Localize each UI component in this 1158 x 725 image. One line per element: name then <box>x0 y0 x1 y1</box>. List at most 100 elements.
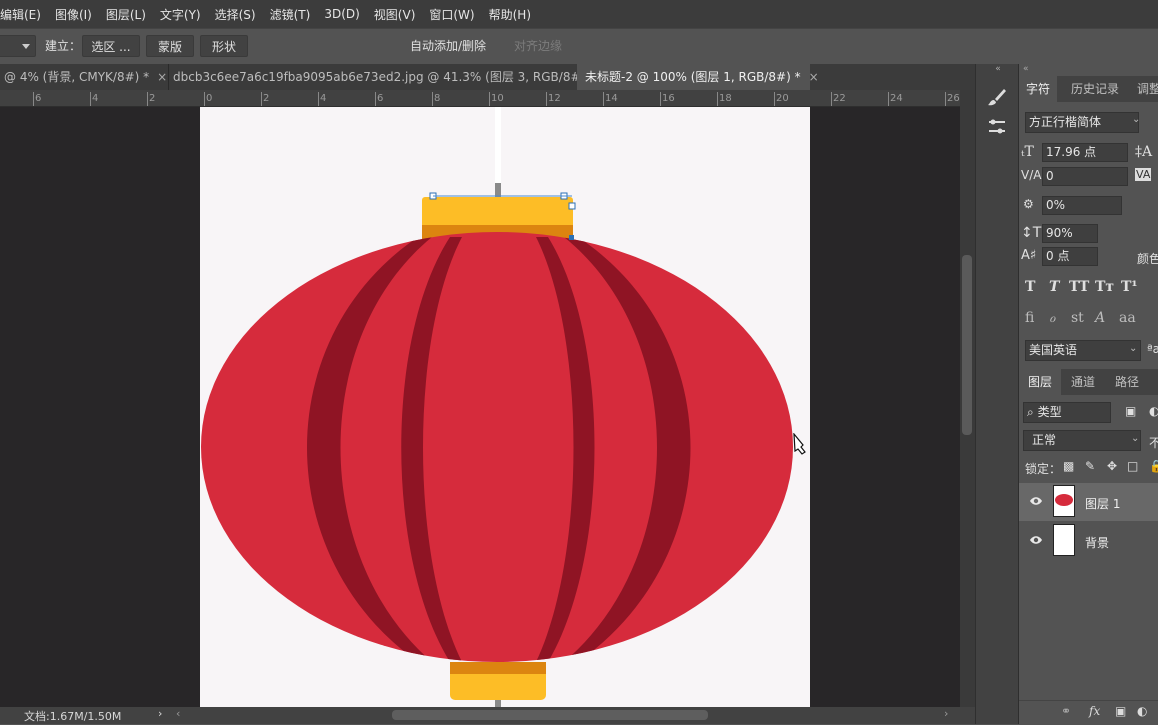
menu-select[interactable]: 选择(S) <box>208 6 263 23</box>
all-caps-icon[interactable]: TT <box>1069 279 1089 295</box>
chevron-down-icon[interactable]: ⌄ <box>1129 343 1137 354</box>
anti-alias-icon[interactable]: ªa <box>1147 342 1158 356</box>
ruler-tick <box>546 92 547 106</box>
horizontal-scroll-thumb[interactable] <box>392 710 708 720</box>
tsume-field[interactable]: 0% <box>1042 196 1122 215</box>
handle-right <box>568 202 576 210</box>
faux-bold-icon[interactable]: T <box>1025 279 1035 295</box>
blend-mode-select[interactable]: 正常 <box>1023 430 1141 451</box>
make-label: 建立： <box>45 39 82 53</box>
ruler-tick-label: 22 <box>833 93 846 104</box>
lock-position-icon[interactable]: ✥ <box>1107 459 1117 473</box>
menu-3d[interactable]: 3D(D) <box>317 7 366 21</box>
lock-artboard-icon[interactable]: □ <box>1127 459 1138 473</box>
brush-settings-icon[interactable] <box>986 116 1008 138</box>
adjustment-layer-icon[interactable]: ◐ <box>1137 704 1147 718</box>
menu-filter[interactable]: 滤镜(T) <box>263 6 318 23</box>
color-label[interactable]: 颜色 <box>1137 250 1158 267</box>
menu-help[interactable]: 帮助(H) <box>482 6 538 23</box>
link-layers-icon[interactable]: ⚭ <box>1061 704 1071 718</box>
collapse-right-icon[interactable]: « <box>1019 64 1158 74</box>
discretionary-ligature-icon[interactable]: st <box>1071 310 1084 326</box>
ruler-tick <box>261 92 262 106</box>
scroll-left-icon[interactable]: ‹ <box>176 707 180 720</box>
tab-character[interactable]: 字符 <box>1019 76 1057 102</box>
ruler-tick-label: 24 <box>890 93 903 104</box>
menu-image[interactable]: 图像(I) <box>48 6 99 23</box>
string-highlight <box>495 107 501 185</box>
layer-name[interactable]: 图层 1 <box>1085 495 1120 512</box>
ruler-tick-label: 16 <box>662 93 675 104</box>
ruler-tick <box>90 92 91 106</box>
vertical-scroll-thumb[interactable] <box>962 255 972 435</box>
ruler-tick <box>717 92 718 106</box>
search-icon: ⌕ <box>1027 405 1034 419</box>
make-selection-button[interactable]: 选区 ... <box>82 35 140 57</box>
make-shape-button[interactable]: 形状 <box>200 35 248 57</box>
kerning-field[interactable]: 0 <box>1042 167 1128 186</box>
small-caps-icon[interactable]: Tᴛ <box>1095 279 1114 295</box>
ruler-tick <box>432 92 433 106</box>
collapse-panels-icon[interactable]: « <box>978 64 1018 74</box>
ruler-tick-label: 6 <box>35 93 42 104</box>
chevron-down-icon[interactable]: ⌄ <box>1132 114 1140 125</box>
swash-icon[interactable]: A <box>1095 310 1105 326</box>
leading-icon[interactable]: ‡A <box>1135 144 1152 160</box>
ruler-tick-label: 12 <box>548 93 561 104</box>
tab-channels[interactable]: 通道 <box>1071 369 1095 395</box>
ruler-tick <box>660 92 661 106</box>
eye-icon[interactable] <box>1029 494 1043 508</box>
right-panel: « 字符 历史记录 调整 方正行楷简体 ⌄ ₜT 17.96 点 ‡A V/A … <box>1018 64 1158 724</box>
faux-italic-icon[interactable]: T <box>1049 279 1059 295</box>
menu-type[interactable]: 文字(Y) <box>153 6 208 23</box>
make-mask-button[interactable]: 蒙版 <box>146 35 194 57</box>
chevron-down-icon[interactable]: ⌄ <box>1131 433 1139 444</box>
layer-filter-select[interactable]: ⌕ 类型 <box>1023 402 1111 423</box>
adjustment-filter-icon[interactable]: ◐ <box>1149 404 1158 418</box>
status-arrow-icon[interactable]: › <box>158 707 162 720</box>
menu-edit[interactable]: 编辑(E) <box>0 6 48 23</box>
baseline-shift-field[interactable]: 0 点 <box>1042 247 1098 266</box>
scroll-right-icon[interactable]: › <box>944 707 948 720</box>
language-select[interactable]: 美国英语 <box>1025 340 1141 361</box>
image-filter-icon[interactable]: ▣ <box>1125 404 1136 418</box>
ruler-tick-label: 0 <box>206 93 213 104</box>
options-bar: 建立： 选区 ... 蒙版 形状 自动添加/删除 对齐边缘 <box>0 28 1158 83</box>
layer-name[interactable]: 背景 <box>1085 534 1109 551</box>
lock-paint-icon[interactable]: ✎ <box>1085 459 1095 473</box>
old-style-icon[interactable]: ℴ <box>1049 310 1055 326</box>
layer-row-layer1[interactable]: 图层 1 <box>1019 483 1158 521</box>
tab-paths[interactable]: 路径 <box>1115 369 1139 395</box>
baseline-shift-icon: A♯ <box>1021 248 1037 263</box>
tool-mode-dropdown[interactable] <box>0 35 36 57</box>
font-family-select[interactable]: 方正行楷简体 <box>1025 112 1139 133</box>
tab-document-1[interactable]: @ 4% (背景, CMYK/8#) * × <box>0 64 167 90</box>
brush-icon[interactable] <box>986 86 1008 108</box>
tab-adjustments[interactable]: 调整 <box>1137 76 1158 102</box>
add-mask-icon[interactable]: ▣ <box>1115 704 1126 718</box>
ligature-icon[interactable]: ﬁ <box>1025 310 1034 326</box>
superscript-icon[interactable]: T¹ <box>1121 279 1138 295</box>
lock-all-icon[interactable]: 🔒 <box>1149 459 1158 473</box>
tab-document-2[interactable]: dbcb3c6ee7a6c19fba9095ab6e73ed2.jpg @ 41… <box>168 64 613 90</box>
layer-style-icon[interactable]: fx <box>1089 704 1100 718</box>
eye-icon[interactable] <box>1029 533 1043 547</box>
document-size-status[interactable]: 文档:1.67M/1.50M <box>24 708 121 724</box>
font-size-field[interactable]: 17.96 点 <box>1042 143 1128 162</box>
document-canvas[interactable] <box>200 107 810 707</box>
menu-layer[interactable]: 图层(L) <box>99 6 153 23</box>
menu-view[interactable]: 视图(V) <box>367 6 423 23</box>
vertical-scale-field[interactable]: 90% <box>1042 224 1098 243</box>
lock-transparent-icon[interactable]: ▩ <box>1063 459 1074 473</box>
layer-row-background[interactable]: 背景 <box>1019 522 1158 560</box>
tab-layers[interactable]: 图层 <box>1019 369 1061 395</box>
stylistic-alt-icon[interactable]: aa <box>1119 310 1136 326</box>
tab-history[interactable]: 历史记录 <box>1071 76 1119 102</box>
ruler-tick-label: 26 <box>947 93 960 104</box>
close-icon[interactable]: × <box>157 70 167 84</box>
tracking-icon[interactable]: VA <box>1135 168 1152 181</box>
close-icon[interactable]: × <box>809 70 819 84</box>
tab-document-3[interactable]: 未标题-2 @ 100% (图层 1, RGB/8#) * × <box>577 64 819 90</box>
menu-window[interactable]: 窗口(W) <box>422 6 481 23</box>
ruler-tick <box>945 92 946 106</box>
